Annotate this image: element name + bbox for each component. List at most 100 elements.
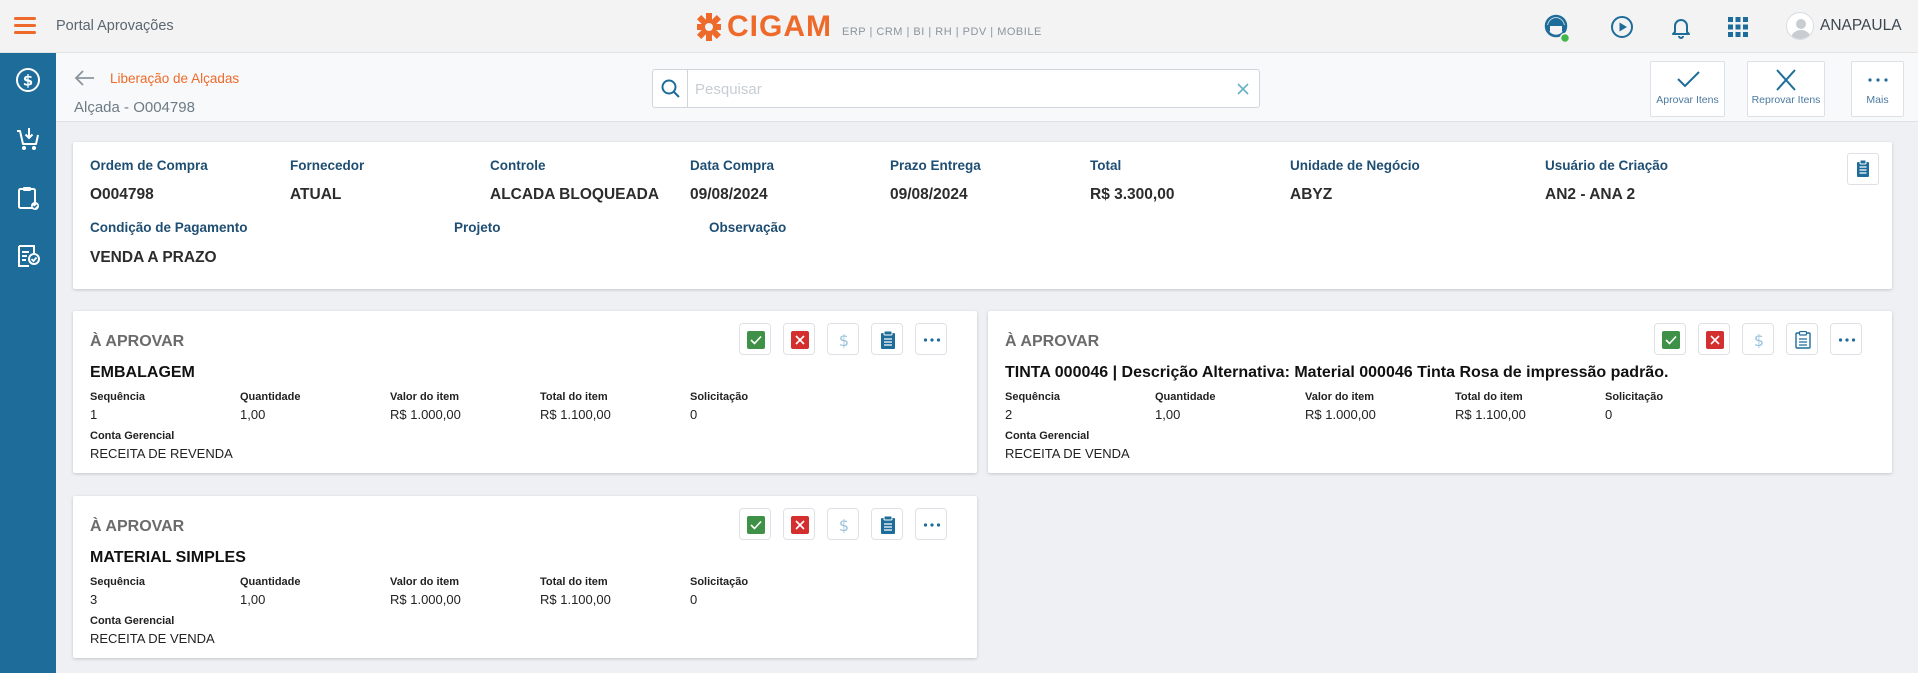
clipboard-check-icon — [18, 187, 39, 210]
search-input[interactable] — [695, 78, 1215, 100]
dollar-icon: $ — [839, 331, 849, 349]
item-card-1: À APROVAR EMBALAGEM Sequência 1 Quantida… — [73, 311, 977, 473]
reject-x-icon — [1706, 331, 1724, 349]
sidebar-item-approvals[interactable] — [14, 242, 42, 270]
reject-items-button[interactable]: Reprovar Itens — [1747, 61, 1825, 117]
menu-icon[interactable] — [14, 17, 36, 35]
sequencia-value: 2 — [1005, 407, 1013, 422]
conta-value: RECEITA DE VENDA — [90, 631, 215, 646]
brand-tagline: ERP | CRM | BI | RH | PDV | MOBILE — [842, 26, 1042, 38]
ordem-value: O004798 — [90, 186, 154, 203]
condicao-label: Condição de Pagamento — [90, 220, 248, 235]
dollar-icon: $ — [839, 516, 849, 534]
approve-items-button[interactable]: Aprovar Itens — [1650, 61, 1725, 117]
sidebar-item-requests[interactable] — [14, 184, 42, 212]
back-arrow-icon[interactable] — [74, 69, 96, 87]
total-value: R$ 3.300,00 — [1090, 186, 1175, 203]
approve-item-button[interactable] — [739, 323, 771, 355]
solicitacao-value: 0 — [690, 407, 698, 422]
item-details-button[interactable] — [1786, 323, 1818, 355]
item-more-button[interactable] — [915, 508, 947, 540]
conta-label: Conta Gerencial — [1005, 430, 1090, 442]
sidebar-item-purchases[interactable] — [14, 125, 42, 153]
clear-search-icon[interactable] — [1235, 81, 1251, 97]
usuario-label: Usuário de Criação — [1545, 158, 1669, 173]
user-menu[interactable]: ANAPAULA — [1786, 12, 1902, 40]
total-item-value: R$ 1.100,00 — [540, 407, 611, 422]
bell-icon[interactable] — [1666, 12, 1696, 42]
close-icon — [1776, 69, 1796, 91]
reject-x-icon — [791, 331, 809, 349]
sidebar-item-finance[interactable]: $ — [14, 66, 42, 94]
fornecedor-label: Fornecedor — [290, 158, 365, 173]
item-details-button[interactable] — [871, 323, 903, 355]
conta-label: Conta Gerencial — [90, 615, 175, 627]
total-item-label: Total do item — [1455, 391, 1523, 403]
data-compra-value: 09/08/2024 — [690, 186, 768, 203]
more-button[interactable]: Mais — [1851, 61, 1904, 117]
solicitacao-value: 0 — [1605, 407, 1613, 422]
usuario-value: AN2 - ANA 2 — [1545, 186, 1636, 203]
page-title: Alçada - O004798 — [74, 99, 195, 116]
user-name: ANAPAULA — [1820, 17, 1902, 34]
play-circle-icon[interactable] — [1607, 12, 1637, 42]
valor-label: Valor do item — [390, 576, 460, 588]
total-label: Total — [1090, 158, 1122, 173]
item-more-button[interactable] — [915, 323, 947, 355]
order-details-button[interactable] — [1847, 153, 1879, 185]
clipboard-outline-icon — [1795, 331, 1811, 349]
price-item-button[interactable]: $ — [827, 323, 859, 355]
approve-check-icon — [747, 516, 765, 534]
price-item-button[interactable]: $ — [1742, 323, 1774, 355]
item-more-button[interactable] — [1830, 323, 1862, 355]
prazo-label: Prazo Entrega — [890, 158, 981, 173]
controle-label: Controle — [490, 158, 546, 173]
cigam-logo-mark-icon — [696, 13, 722, 41]
solicitacao-label: Solicitação — [690, 576, 749, 588]
projeto-label: Projeto — [454, 220, 501, 235]
total-item-label: Total do item — [540, 576, 608, 588]
approve-item-button[interactable] — [1654, 323, 1686, 355]
reject-x-icon — [791, 516, 809, 534]
valor-label: Valor do item — [1305, 391, 1375, 403]
valor-value: R$ 1.000,00 — [390, 407, 461, 422]
reject-items-label: Reprovar Itens — [1751, 94, 1821, 106]
more-label: Mais — [1866, 94, 1889, 106]
item-title: TINTA 000046 | Descrição Alternativa: Ma… — [1005, 364, 1669, 381]
item-details-button[interactable] — [871, 508, 903, 540]
item-card-2: À APROVAR TINTA 000046 | Descrição Alter… — [988, 311, 1892, 473]
item-title: EMBALAGEM — [90, 364, 195, 381]
approve-check-icon — [747, 331, 765, 349]
reject-item-button[interactable] — [783, 508, 815, 540]
reject-item-button[interactable] — [783, 323, 815, 355]
clipboard-icon — [1857, 159, 1869, 177]
apps-grid-icon[interactable] — [1723, 12, 1753, 42]
breadcrumb-link[interactable]: Liberação de Alçadas — [110, 71, 239, 86]
fornecedor-value: ATUAL — [290, 186, 342, 203]
item-status: À APROVAR — [90, 518, 185, 535]
sequencia-value: 1 — [90, 407, 98, 422]
reject-item-button[interactable] — [1698, 323, 1730, 355]
clipboard-icon — [881, 516, 895, 534]
support-agent-icon[interactable] — [1541, 12, 1571, 44]
cigam-logo: CIGAM ERP | CRM | BI | RH | PDV | MOBILE — [696, 10, 1042, 43]
total-item-value: R$ 1.100,00 — [1455, 407, 1526, 422]
check-icon — [1676, 71, 1700, 88]
clipboard-icon — [881, 331, 895, 349]
solicitacao-value: 0 — [690, 592, 698, 607]
conta-label: Conta Gerencial — [90, 430, 175, 442]
item-card-3: À APROVAR MATERIAL SIMPLES Sequência 3 Q… — [73, 496, 977, 658]
quantidade-value: 1,00 — [240, 407, 266, 422]
unidade-label: Unidade de Negócio — [1290, 158, 1420, 173]
price-item-button[interactable]: $ — [827, 508, 859, 540]
quantidade-label: Quantidade — [240, 391, 301, 403]
quantidade-label: Quantidade — [1155, 391, 1216, 403]
approve-item-button[interactable] — [739, 508, 771, 540]
valor-value: R$ 1.000,00 — [390, 592, 461, 607]
quantidade-value: 1,00 — [1155, 407, 1181, 422]
search-icon[interactable] — [653, 70, 688, 107]
more-dots-icon — [1838, 338, 1856, 342]
page-header: Liberação de Alçadas Alçada - O004798 Ap… — [56, 53, 1918, 122]
svg-text:$: $ — [1754, 331, 1764, 349]
data-compra-label: Data Compra — [690, 158, 775, 173]
